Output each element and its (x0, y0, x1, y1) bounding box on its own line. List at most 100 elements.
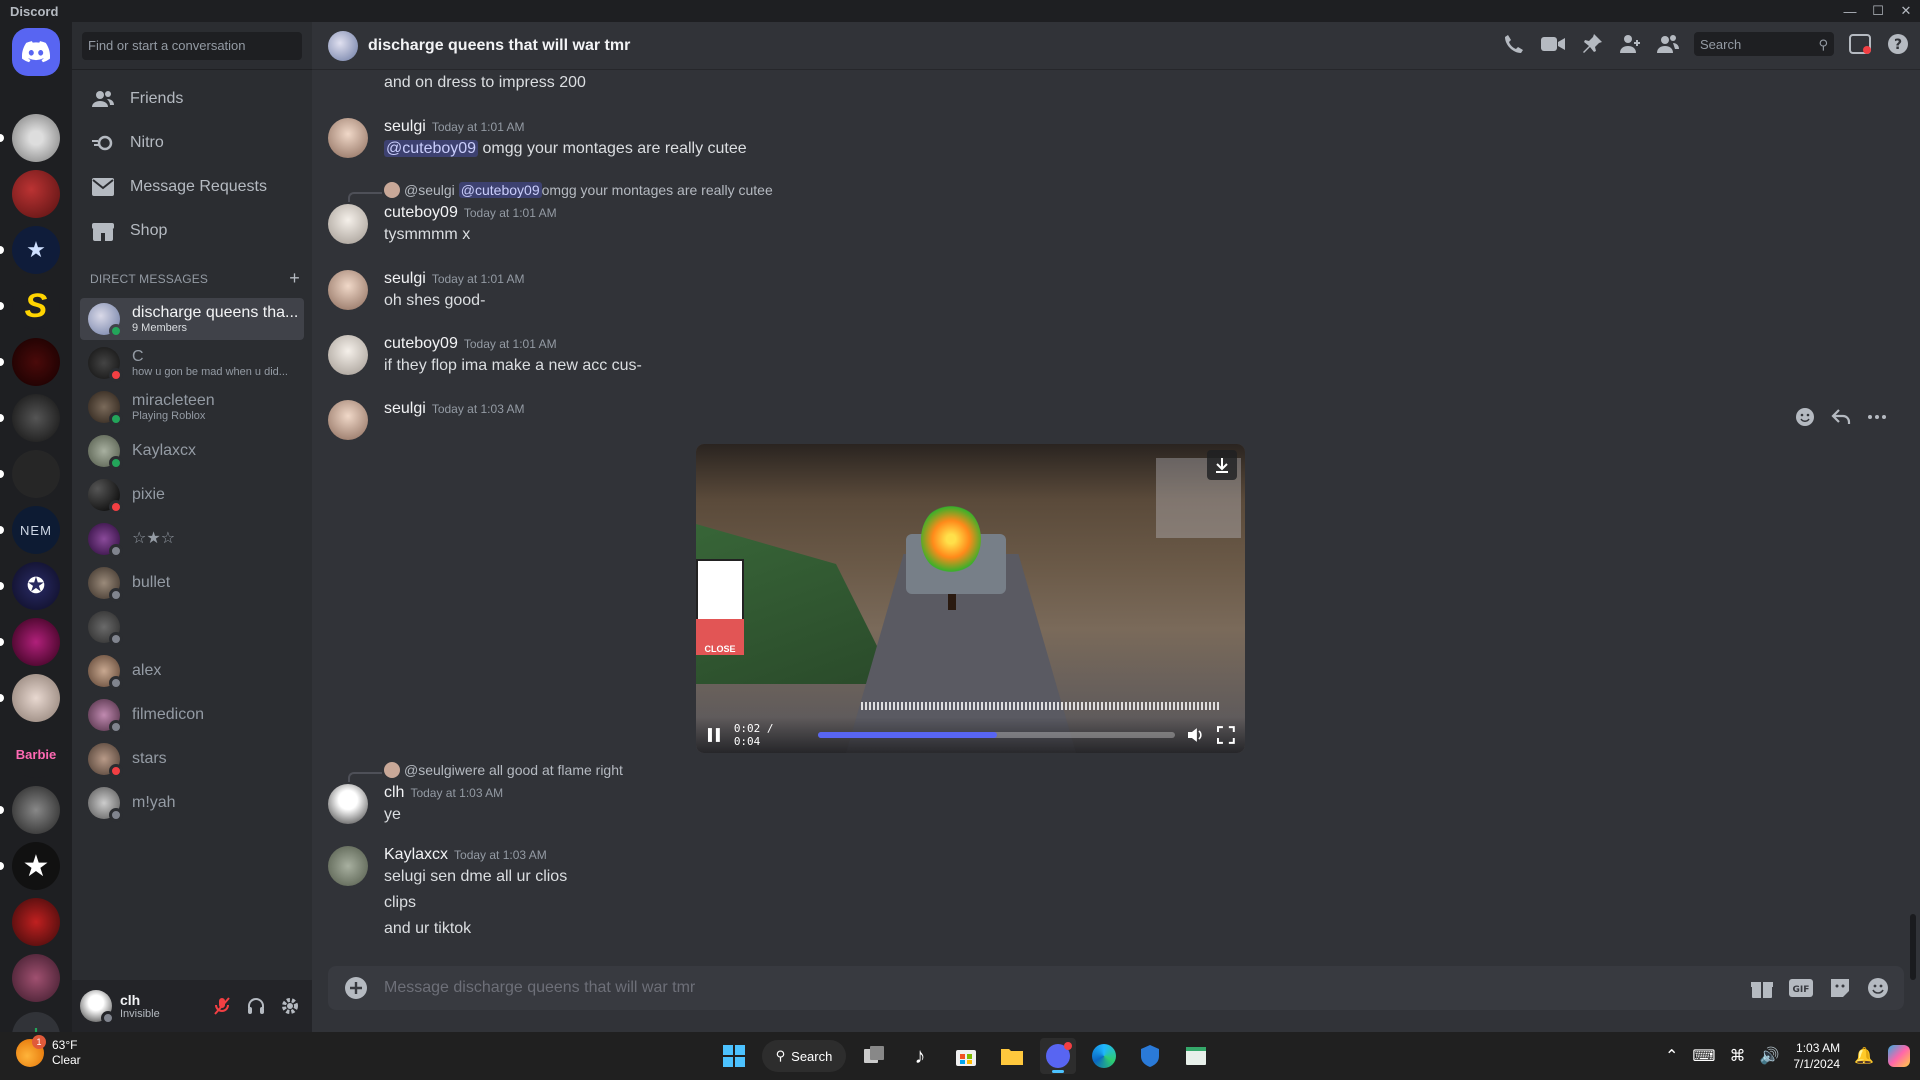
taskbar-search[interactable]: ⚲ Search (762, 1040, 846, 1072)
avatar[interactable] (328, 204, 368, 244)
server-icon[interactable]: ✪ (12, 562, 60, 610)
message-author[interactable]: cuteboy09 Today at 1:01 AM (384, 204, 557, 222)
minimize-button[interactable]: — (1836, 0, 1864, 22)
gif-icon[interactable]: GIF (1788, 976, 1814, 1000)
server-icon[interactable]: ★ (12, 226, 60, 274)
dm-item[interactable]: Kaylaxcx (80, 430, 304, 472)
server-icon[interactable] (12, 898, 60, 946)
nav-friends[interactable]: Friends (80, 78, 304, 120)
dm-item[interactable]: bullet (80, 562, 304, 604)
video-progress-track[interactable] (817, 732, 1176, 738)
server-icon[interactable] (12, 618, 60, 666)
download-button[interactable] (1207, 450, 1237, 480)
emoji-icon[interactable] (1866, 976, 1890, 1000)
maximize-button[interactable]: ☐ (1864, 0, 1892, 22)
user-settings-button[interactable] (276, 992, 304, 1020)
reply-preview[interactable]: @seulgi @cuteboy09 omgg your montages are… (384, 182, 773, 198)
nav-nitro[interactable]: Nitro (80, 122, 304, 164)
more-icon[interactable] (1866, 406, 1888, 428)
message-input[interactable]: Message discharge queens that will war t… (384, 979, 695, 997)
avatar[interactable] (328, 784, 368, 824)
keyboard-icon[interactable]: ⌨ (1692, 1046, 1715, 1066)
deafen-button[interactable] (242, 992, 270, 1020)
pause-icon[interactable] (706, 727, 722, 743)
dm-item[interactable]: stars (80, 738, 304, 780)
store-taskbar-app[interactable] (948, 1038, 984, 1074)
add-reaction-icon[interactable] (1794, 406, 1816, 428)
server-icon[interactable] (12, 170, 60, 218)
tiktok-taskbar-app[interactable]: ♪ (902, 1038, 938, 1074)
message-composer[interactable]: Message discharge queens that will war t… (328, 966, 1904, 1010)
server-icon[interactable]: ★ (12, 842, 60, 890)
server-icon[interactable] (12, 394, 60, 442)
close-window-button[interactable]: ✕ (1892, 0, 1920, 22)
video-call-icon[interactable] (1540, 32, 1566, 56)
chat-scrollbar[interactable] (1910, 914, 1916, 980)
volume-icon[interactable]: 🔊 (1759, 1046, 1779, 1066)
video-attachment[interactable]: CLOSE 0:02 / 0:04 (696, 444, 1245, 753)
member-list-icon[interactable] (1656, 32, 1680, 56)
mute-mic-button[interactable] (208, 992, 236, 1020)
avatar[interactable] (328, 335, 368, 375)
message-author[interactable]: seulgi Today at 1:01 AM (384, 270, 525, 288)
server-icon[interactable] (12, 954, 60, 1002)
server-icon[interactable] (12, 674, 60, 722)
clock[interactable]: 1:03 AM 7/1/2024 (1793, 1040, 1840, 1072)
server-icon[interactable] (12, 338, 60, 386)
avatar[interactable] (328, 270, 368, 310)
find-conversation-button[interactable]: Find or start a conversation (82, 32, 302, 60)
dm-item[interactable] (80, 606, 304, 648)
file-explorer-taskbar-app[interactable] (994, 1038, 1030, 1074)
voice-call-icon[interactable] (1502, 32, 1526, 56)
copilot-icon[interactable] (1888, 1045, 1910, 1067)
reply-icon[interactable] (1830, 406, 1852, 428)
volume-icon[interactable] (1187, 727, 1205, 743)
message-author[interactable]: Kaylaxcx Today at 1:03 AM (384, 846, 547, 864)
pin-icon[interactable] (1580, 32, 1604, 56)
avatar[interactable] (328, 400, 368, 440)
user-mention[interactable]: @cuteboy09 (384, 140, 479, 157)
start-button[interactable] (716, 1038, 752, 1074)
notification-bell-icon[interactable]: 🔔 (1854, 1046, 1874, 1066)
gift-icon[interactable] (1750, 976, 1774, 1000)
avatar[interactable] (80, 990, 115, 1025)
security-taskbar-app[interactable] (1132, 1038, 1168, 1074)
home-button[interactable] (12, 28, 60, 76)
message-author[interactable]: cuteboy09 Today at 1:01 AM (384, 335, 557, 353)
message-author[interactable]: clh Today at 1:03 AM (384, 784, 503, 802)
nav-message-requests[interactable]: Message Requests (80, 166, 304, 208)
inbox-icon[interactable] (1848, 32, 1872, 56)
notepad-taskbar-app[interactable] (1178, 1038, 1214, 1074)
server-icon[interactable]: NEM (12, 506, 60, 554)
server-icon[interactable]: S (12, 282, 60, 330)
dm-item[interactable]: filmedicon (80, 694, 304, 736)
task-view-button[interactable] (856, 1038, 892, 1074)
server-icon[interactable] (12, 786, 60, 834)
dm-item[interactable]: pixie (80, 474, 304, 516)
server-icon[interactable]: Barbie (12, 730, 60, 778)
dm-item[interactable]: alex (80, 650, 304, 692)
reply-preview[interactable]: @seulgi were all good at flame right (384, 762, 623, 778)
dm-item[interactable]: miracleteen Playing Roblox (80, 386, 304, 428)
edge-taskbar-app[interactable] (1086, 1038, 1122, 1074)
help-icon[interactable]: ? (1886, 32, 1910, 56)
dm-item[interactable]: ☆★☆ (80, 518, 304, 560)
discord-taskbar-app[interactable] (1040, 1038, 1076, 1074)
dm-item[interactable]: Chow u gon be mad when u did... (80, 342, 304, 384)
tray-overflow-icon[interactable]: ⌃ (1665, 1046, 1678, 1066)
avatar[interactable] (328, 846, 368, 886)
fullscreen-icon[interactable] (1217, 726, 1235, 744)
wifi-icon[interactable]: ⌘ (1729, 1046, 1745, 1066)
avatar[interactable] (328, 118, 368, 158)
weather-widget[interactable]: 1 63°F Clear (16, 1035, 81, 1068)
dm-item[interactable]: m!yah (80, 782, 304, 824)
message-author[interactable]: seulgi Today at 1:03 AM (384, 400, 525, 418)
nav-shop[interactable]: Shop (80, 210, 304, 252)
message-author[interactable]: seulgi Today at 1:01 AM (384, 118, 525, 136)
channel-search-input[interactable]: Search ⚲ (1694, 32, 1834, 56)
sticker-icon[interactable] (1828, 976, 1852, 1000)
dm-item[interactable]: discharge queens tha... 9 Members (80, 298, 304, 340)
add-member-icon[interactable] (1618, 32, 1642, 56)
server-icon[interactable] (12, 450, 60, 498)
upload-plus-icon[interactable] (344, 976, 368, 1000)
